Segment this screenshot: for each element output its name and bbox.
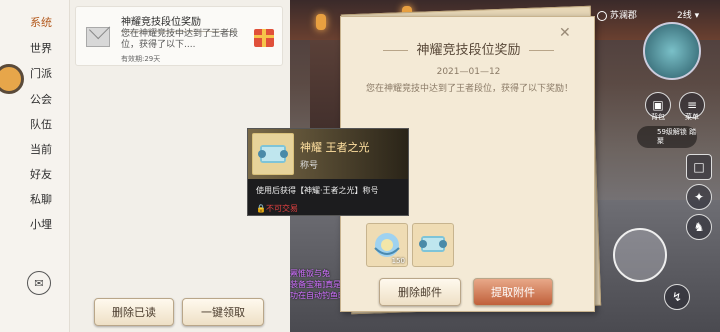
tab-sect[interactable]: 门派 [0, 65, 70, 81]
attack-button[interactable] [613, 228, 667, 282]
tab-world[interactable]: 世界 [0, 40, 70, 56]
scroll-title-icon [419, 236, 447, 252]
attachment-slot[interactable]: 150 [366, 223, 408, 267]
envelope-icon [86, 27, 110, 47]
delete-read-button[interactable]: 删除已读 [94, 298, 174, 326]
mail-icon[interactable]: ✉ [27, 271, 51, 295]
tooltip-restriction: 🔒不可交易 [256, 203, 298, 214]
tab-current[interactable]: 当前 [0, 141, 70, 157]
minimap[interactable] [643, 22, 701, 80]
tooltip-item-icon [252, 133, 294, 175]
feather-icon[interactable]: ✦ [686, 184, 712, 210]
tooltip-item-name: 神耀 王者之光 [300, 141, 370, 154]
tab-team[interactable]: 队伍 [0, 116, 70, 132]
mail-list-item[interactable]: 神耀竞技段位奖励 您在神耀竞技中达到了王者段位，获得了以下.... 有效期:29… [75, 6, 283, 66]
mail-preview: 您在神耀竞技中达到了王者段位，获得了以下.... [121, 29, 239, 50]
tab-xiaomai[interactable]: 小埋 [0, 216, 70, 232]
hud-top-bar: 苏澜郡 2线 ▾ [597, 8, 717, 24]
close-icon[interactable]: ✕ [559, 25, 571, 41]
detail-date: 2021—01—12 [436, 67, 501, 77]
tab-guild[interactable]: 公会 [0, 91, 70, 107]
channel-selector[interactable]: 2线 ▾ [677, 8, 699, 21]
menu-label: 菜单 [685, 113, 699, 121]
skill-icon[interactable]: ↯ [664, 284, 690, 310]
tab-private[interactable]: 私聊 [0, 191, 70, 207]
detail-body: 您在神耀竞技中达到了王者段位，获得了以下奖励！ [366, 84, 574, 94]
delete-mail-button[interactable]: 删除邮件 [379, 278, 461, 306]
claim-all-button[interactable]: 一键领取 [182, 298, 264, 326]
extract-attachment-button[interactable]: 提取附件 [473, 278, 553, 306]
detail-title: 神耀竞技段位奖励 [341, 39, 596, 58]
channel-tabs: 系统 世界 门派 公会 队伍 当前 好友 私聊 小埋 ✉ [0, 0, 70, 332]
tooltip-restriction-text: 不可交易 [265, 204, 298, 213]
tab-friends[interactable]: 好友 [0, 166, 70, 182]
horse-icon[interactable]: ♞ [686, 214, 712, 240]
lock-icon: 🔒 [256, 204, 266, 213]
location-pin-icon [597, 10, 607, 21]
bag-label: 背包 [651, 113, 665, 121]
location-name: 苏澜郡 [609, 11, 637, 21]
mail-validity: 有效期:29天 [121, 55, 161, 63]
square-icon[interactable]: □ [686, 154, 712, 180]
unlock-chip[interactable]: 59级解锁 踏聚 [637, 126, 697, 148]
item-tooltip: 神耀 王者之光 称号 使用后获得【神耀·王者之光】称号 🔒不可交易 [247, 128, 409, 216]
gift-icon [254, 29, 274, 47]
tooltip-item-type: 称号 [300, 161, 319, 171]
tab-system[interactable]: 系统 [0, 14, 70, 30]
lantern [316, 14, 326, 30]
attachment-count: 150 [391, 257, 405, 265]
tooltip-description: 使用后获得【神耀·王者之光】称号 [256, 186, 379, 195]
attachment-slot[interactable] [412, 223, 454, 267]
